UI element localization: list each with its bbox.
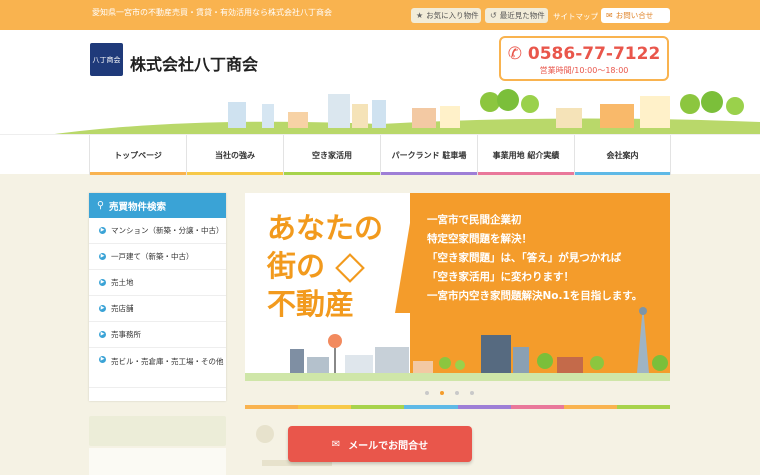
phone-box[interactable]: ✆ 0586-77-7122 営業時間/10:00〜18:00	[499, 36, 669, 81]
rainbow-divider	[245, 405, 670, 409]
sidebar-item-shop[interactable]: ▶ 売店舗	[89, 296, 226, 322]
nav-label: 空き家活用	[312, 150, 352, 160]
nav-vacant-house[interactable]: 空き家活用	[283, 135, 380, 175]
logo-mark-text: 八丁商会	[92, 55, 121, 64]
phone-number: 0586-77-7122	[527, 44, 661, 64]
history-icon: ↺	[490, 11, 497, 20]
slider-dot[interactable]	[455, 391, 459, 395]
slider-dot[interactable]	[470, 391, 474, 395]
arrow-icon: ▶	[99, 253, 106, 260]
sidebar-item-label: 売店舗	[111, 304, 134, 313]
nav-underline	[575, 172, 670, 175]
hero-title-line: あなたの	[267, 211, 384, 245]
company-name[interactable]: 株式会社八丁商会	[130, 51, 258, 75]
arrow-icon: ▶	[99, 331, 106, 338]
hero-title-line: 街の	[267, 249, 326, 283]
nav-business-land[interactable]: 事業用地 紹介実績	[477, 135, 574, 175]
arrow-icon: ▶	[99, 356, 106, 363]
sidebar-item-house[interactable]: ▶ 一戸建て（新築・中古）	[89, 244, 226, 270]
mail-contact-button[interactable]: ✉ メールでお問合せ	[288, 426, 472, 462]
nav-company[interactable]: 会社案内	[574, 135, 671, 175]
hero-message-line: 一宮市で民間企業初	[427, 214, 522, 226]
contact-button[interactable]: ✉ お問い合せ	[601, 8, 670, 23]
slider-dot-active[interactable]	[440, 391, 444, 395]
hero-message-line: 特定空家問題を解決！	[427, 233, 532, 245]
sale-search-title: 売買物件検索	[108, 201, 166, 213]
slider-dots	[425, 391, 474, 395]
nav-underline	[284, 172, 380, 175]
sidebar-item-label: 一戸建て（新築・中古）	[111, 252, 194, 261]
hero-banner[interactable]: あなたの 街の 不動産 一宮市で民間企業初 特定空家問題を解決！ 「空き家問題」…	[245, 193, 670, 381]
sale-search-header: ⚲ 売買物件検索	[89, 193, 226, 218]
hero-city-illustration	[245, 305, 670, 381]
sidebar-item-land[interactable]: ▶ 売土地	[89, 270, 226, 296]
nav-label: トップページ	[114, 150, 162, 160]
mail-icon: ✉	[331, 438, 341, 450]
nav-parking[interactable]: パークランド 駐車場	[380, 135, 477, 175]
phone-icon: ✆	[507, 44, 522, 64]
business-hours: 営業時間/10:00〜18:00	[539, 66, 629, 75]
search-icon: ⚲	[97, 200, 104, 211]
hero-message: 一宮市で民間企業初 特定空家問題を解決！ 「空き家問題」は、「答え」が見つかれば…	[427, 211, 642, 306]
mail-contact-label: メールでお問合せ	[348, 440, 429, 452]
company-logo[interactable]: 八丁商会	[90, 43, 123, 76]
town-illustration	[40, 89, 760, 136]
top-bar: 愛知県一宮市の不動産売買・賃貸・有効活用なら株式会社八丁商会 ★ お気に入り物件…	[0, 0, 760, 30]
sale-search-panel: ⚲ 売買物件検索 ▶ マンション（新築・分譲・中古） ▶ 一戸建て（新築・中古） ▶…	[89, 193, 226, 401]
nav-label: パークランド 駐車場	[391, 150, 467, 160]
arrow-icon: ▶	[99, 279, 106, 286]
faded-section-icon	[256, 425, 274, 443]
nav-label: 当社の強み	[215, 150, 255, 160]
nav-underline	[478, 172, 574, 175]
nav-label: 会社案内	[606, 150, 639, 160]
favorites-button[interactable]: ★ お気に入り物件	[411, 8, 481, 23]
main-nav: トップページ 当社の強み 空き家活用 パークランド 駐車場 事業用地 紹介実績 …	[0, 134, 760, 175]
rental-search-list	[89, 448, 226, 475]
sidebar-item-mansion[interactable]: ▶ マンション（新築・分譲・中古）	[89, 218, 226, 244]
arrow-icon: ▶	[99, 227, 106, 234]
nav-underline	[187, 172, 283, 175]
sitemap-link[interactable]: サイトマップ	[553, 11, 598, 22]
recent-button[interactable]: ↺ 最近見た物件	[485, 8, 548, 23]
nav-underline	[381, 172, 477, 175]
nav-underline	[90, 172, 186, 175]
arrow-icon: ▶	[99, 305, 106, 312]
sidebar-item-label: マンション（新築・分譲・中古）	[111, 226, 224, 235]
slider-dot[interactable]	[425, 391, 429, 395]
nav-strengths[interactable]: 当社の強み	[186, 135, 283, 175]
mail-icon: ✉	[606, 11, 613, 20]
favorites-label: お気に入り物件	[426, 11, 479, 20]
nav-label: 事業用地 紹介実績	[492, 150, 560, 160]
contact-label: お問い合せ	[615, 11, 654, 20]
recent-label: 最近見た物件	[499, 11, 545, 20]
sidebar-item-building[interactable]: ▶ 売ビル・売倉庫・売工場・その他	[89, 348, 226, 388]
hero-message-line: 「空き家活用」に変わります！	[427, 271, 574, 283]
tagline: 愛知県一宮市の不動産売買・賃貸・有効活用なら株式会社八丁商会	[92, 8, 332, 17]
sidebar-item-label: 売事務所	[111, 330, 141, 339]
hero-message-line: 一宮市内空き家問題解決No.1を目指します。	[427, 290, 643, 302]
rental-search-panel	[89, 416, 226, 446]
house-icon	[335, 253, 365, 283]
star-icon: ★	[416, 11, 424, 20]
sidebar-item-label: 売ビル・売倉庫・売工場・その他	[111, 357, 224, 366]
hero-message-line: 「空き家問題」は、「答え」が見つかれば	[427, 252, 622, 264]
nav-top[interactable]: トップページ	[89, 135, 186, 175]
sidebar-item-office[interactable]: ▶ 売事務所	[89, 322, 226, 348]
sidebar-item-label: 売土地	[111, 278, 134, 287]
